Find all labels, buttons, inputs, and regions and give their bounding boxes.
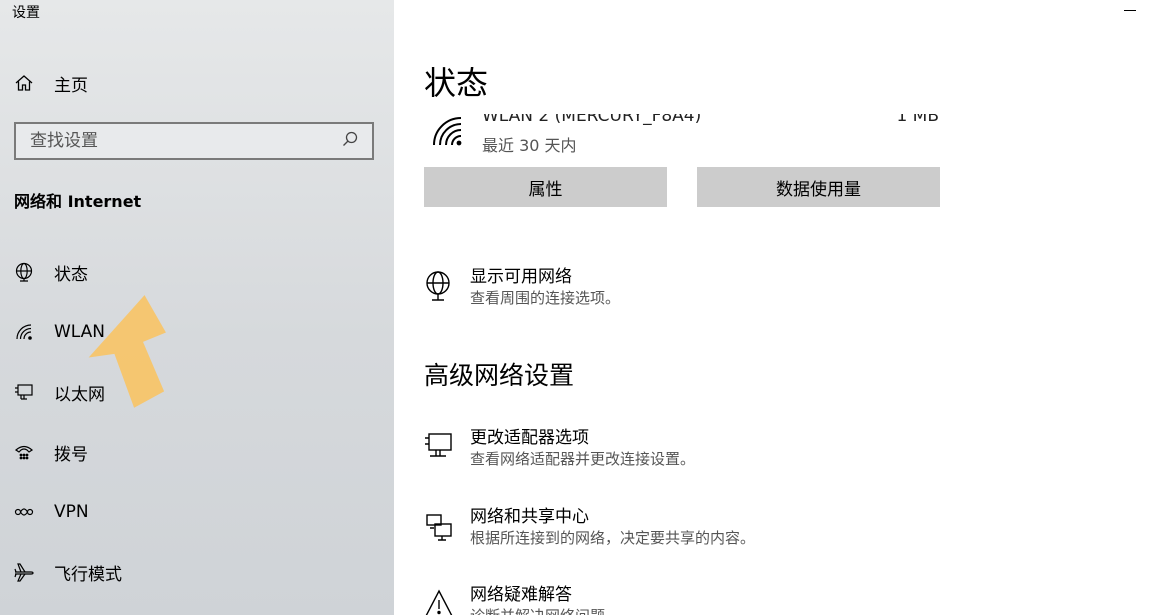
- minimize-icon: [1124, 10, 1136, 11]
- network-troubleshooter-link[interactable]: 网络疑难解答 诊断并解决网络问题。: [424, 584, 620, 615]
- window-title: 设置: [12, 5, 40, 21]
- advanced-settings-heading: 高级网络设置: [424, 361, 575, 390]
- show-networks-title: 显示可用网络: [470, 267, 572, 287]
- dialup-icon: [14, 442, 34, 462]
- minimize-button[interactable]: [1114, 0, 1144, 22]
- sidebar-item-status[interactable]: 状态: [0, 242, 394, 302]
- section-heading: 网络和 Internet: [14, 192, 142, 211]
- globe-icon: [14, 262, 34, 282]
- sidebar-item-label: 飞行模式: [54, 564, 122, 585]
- wifi-icon: [14, 322, 34, 342]
- sidebar-item-vpn[interactable]: VPN: [0, 482, 394, 542]
- network-period: 最近 30 天内: [482, 136, 577, 155]
- sidebar-item-airplane-mode[interactable]: 飞行模式: [0, 542, 394, 602]
- sharing-title: 网络和共享中心: [470, 507, 589, 527]
- scroll-clip: [424, 104, 944, 114]
- show-available-networks-link[interactable]: 显示可用网络 查看周围的连接选项。: [424, 266, 620, 308]
- sidebar-item-label: 状态: [54, 264, 88, 285]
- sidebar-nav: 状态 WLAN 以太网 拨号 VPN 飞行模式: [0, 242, 394, 602]
- sidebar-item-label: 以太网: [54, 384, 105, 405]
- adapter-sub: 查看网络适配器并更改连接设置。: [470, 450, 696, 468]
- monitor-network-icon: [424, 431, 454, 463]
- sidebar-item-label: WLAN: [54, 322, 106, 342]
- home-icon: [14, 73, 34, 93]
- warning-icon: [424, 588, 454, 615]
- troubleshoot-title: 网络疑难解答: [470, 585, 572, 605]
- search-input[interactable]: [30, 131, 342, 151]
- sidebar: 设置 主页 网络和 Internet: [0, 0, 394, 615]
- sidebar-item-wlan[interactable]: WLAN: [0, 302, 394, 362]
- data-usage-button[interactable]: 数据使用量: [697, 167, 940, 207]
- settings-window: 设置 主页 网络和 Internet: [0, 0, 1154, 615]
- network-sharing-center-link[interactable]: 网络和共享中心 根据所连接到的网络，决定要共享的内容。: [424, 506, 755, 548]
- search-box[interactable]: [14, 122, 374, 160]
- wifi-signal-icon: [430, 114, 464, 152]
- sidebar-item-ethernet[interactable]: 以太网: [0, 362, 394, 422]
- vpn-icon: [14, 502, 34, 522]
- show-networks-sub: 查看周围的连接选项。: [470, 289, 621, 307]
- sidebar-item-label: 拨号: [54, 444, 88, 465]
- main-content: WLAN 2 (MERCURY_F8A4) 最近 30 天内 1 MB 状态 属…: [394, 0, 1154, 615]
- airplane-icon: [14, 562, 34, 582]
- home-nav-item[interactable]: 主页: [14, 70, 88, 96]
- properties-button[interactable]: 属性: [424, 167, 667, 207]
- adapter-title: 更改适配器选项: [470, 428, 589, 448]
- home-label: 主页: [54, 75, 88, 96]
- sidebar-item-label: VPN: [54, 502, 89, 522]
- troubleshoot-sub: 诊断并解决网络问题。: [470, 606, 620, 615]
- ethernet-icon: [14, 382, 34, 402]
- search-icon[interactable]: [342, 131, 358, 151]
- sidebar-item-dialup[interactable]: 拨号: [0, 422, 394, 482]
- change-adapter-options-link[interactable]: 更改适配器选项 查看网络适配器并更改连接设置。: [424, 427, 695, 469]
- globe-network-icon: [424, 270, 454, 302]
- sharing-center-icon: [424, 510, 454, 542]
- page-title: 状态: [424, 64, 489, 102]
- sharing-sub: 根据所连接到的网络，决定要共享的内容。: [470, 529, 756, 547]
